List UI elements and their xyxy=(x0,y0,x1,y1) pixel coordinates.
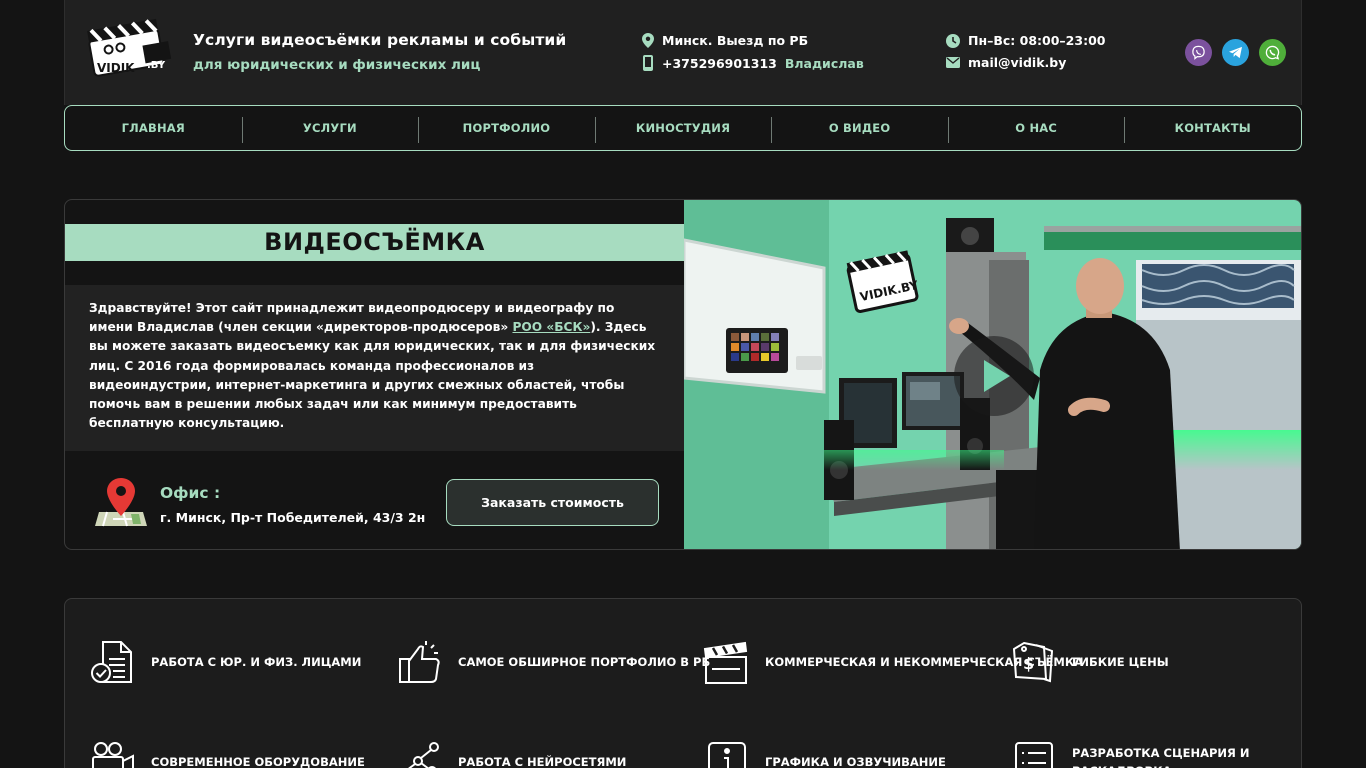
hours-info: Пн–Вс: 08:00–23:00 xyxy=(946,33,1105,48)
email-info[interactable]: mail@vidik.by xyxy=(946,55,1066,70)
feature-item: ГРАФИКА И ОЗВУЧИВАНИЕ xyxy=(703,739,946,768)
feature-item: САМОЕ ОБШИРНОЕ ПОРТФОЛИО В РБ xyxy=(396,639,710,685)
nav-item-about-us[interactable]: О НАС xyxy=(947,117,1125,143)
studio-photo[interactable]: VIDIK.BY xyxy=(684,200,1302,550)
svg-text:.BY: .BY xyxy=(147,60,166,71)
nav-item-portfolio[interactable]: ПОРТФОЛИО xyxy=(418,117,595,143)
tagline-sub: для юридических и физических лиц xyxy=(193,57,481,73)
whatsapp-icon[interactable] xyxy=(1259,39,1286,66)
main-navigation: ГЛАВНАЯ УСЛУГИ ПОРТФОЛИО КИНОСТУДИЯ О ВИ… xyxy=(64,105,1302,151)
nav-item-contacts[interactable]: КОНТАКТЫ xyxy=(1124,117,1301,143)
feature-label: ГРАФИКА И ОЗВУЧИВАНИЕ xyxy=(765,755,946,768)
neural-network-icon xyxy=(408,742,439,768)
contact-name: Владислав xyxy=(784,55,864,71)
map-pin-icon xyxy=(642,33,654,48)
nav-item-film-studio[interactable]: КИНОСТУДИЯ xyxy=(594,117,772,143)
messenger-links xyxy=(1185,39,1286,66)
phone-number[interactable]: +375296901313 xyxy=(662,56,777,71)
email-address[interactable]: mail@vidik.by xyxy=(968,55,1066,70)
site-header: VIDIK .BY Услуги видеосъёмки рекламы и с… xyxy=(64,0,1302,105)
nav-item-about-video[interactable]: О ВИДЕО xyxy=(771,117,948,143)
feature-label: САМОЕ ОБШИРНОЕ ПОРТФОЛИО В РБ xyxy=(458,655,711,669)
feature-item: РАБОТА С НЕЙРОСЕТЯМИ xyxy=(396,739,626,768)
feature-item: РАБОТА С ЮР. И ФИЗ. ЛИЦАМИ xyxy=(89,639,361,685)
feature-item: $ ГИБКИЕ ЦЕНЫ xyxy=(1010,639,1169,685)
office-address: г. Минск, Пр-т Победителей, 43/3 2н xyxy=(160,510,426,525)
phone-icon xyxy=(643,55,653,71)
hours-text: Пн–Вс: 08:00–23:00 xyxy=(968,33,1106,48)
hero-section: ВИДЕОСЪЁМКА Здравствуйте! Этот сайт прин… xyxy=(64,199,1302,550)
mail-icon xyxy=(946,57,960,68)
office-map-pin-icon xyxy=(95,478,147,527)
bsk-link[interactable]: РОО «БСК» xyxy=(512,320,590,334)
header-tagline: Услуги видеосъёмки рекламы и событий для… xyxy=(193,31,566,73)
tagline-main: Услуги видеосъёмки рекламы и событий xyxy=(193,31,567,49)
svg-text:VIDIK: VIDIK xyxy=(97,61,135,75)
info-icon xyxy=(708,742,746,768)
document-check-icon xyxy=(91,641,132,683)
feature-label: СОВРЕМЕННОЕ ОБОРУДОВАНИЕ xyxy=(151,755,365,768)
camera-crew-icon xyxy=(92,742,134,768)
feature-label: РАБОТА С ЮР. И ФИЗ. ЛИЦАМИ xyxy=(151,655,362,669)
hero-info: ВИДЕОСЪЁМКА Здравствуйте! Этот сайт прин… xyxy=(65,200,684,549)
script-list-icon xyxy=(1015,742,1053,768)
hero-title: ВИДЕОСЪЁМКА xyxy=(65,224,684,261)
phone-info[interactable]: +375296901313 Владислав xyxy=(642,55,864,71)
thumbs-up-icon xyxy=(399,641,440,683)
order-price-button[interactable]: Заказать стоимость xyxy=(446,479,659,526)
feature-label: ГИБКИЕ ЦЕНЫ xyxy=(1072,655,1169,669)
office-label: Офис : xyxy=(160,484,221,502)
clapperboard-icon xyxy=(703,641,748,684)
feature-label: РАБОТА С НЕЙРОСЕТЯМИ xyxy=(458,755,627,768)
nav-item-home[interactable]: ГЛАВНАЯ xyxy=(65,121,242,135)
telegram-icon[interactable] xyxy=(1222,39,1249,66)
price-tag-icon: $ xyxy=(1012,641,1054,683)
feature-item: РАЗРАБОТКА СЦЕНАРИЯ И РАСКАДРОВКА xyxy=(1010,739,1301,768)
feature-item: СОВРЕМЕННОЕ ОБОРУДОВАНИЕ xyxy=(89,739,365,768)
clock-icon xyxy=(946,33,960,48)
svg-text:$: $ xyxy=(1023,654,1034,673)
viber-icon[interactable] xyxy=(1185,39,1212,66)
intro-text-part2: ). Здесь вы можете заказать видеосъемку … xyxy=(89,320,656,431)
nav-item-services[interactable]: УСЛУГИ xyxy=(241,117,419,143)
vidik-logo[interactable]: VIDIK .BY xyxy=(85,18,173,82)
feature-label: РАЗРАБОТКА СЦЕНАРИЯ И РАСКАДРОВКА xyxy=(1072,746,1250,768)
location-info: Минск. Выезд по РБ xyxy=(642,33,808,48)
location-text: Минск. Выезд по РБ xyxy=(662,33,809,48)
hero-intro: Здравствуйте! Этот сайт принадлежит виде… xyxy=(65,285,684,451)
features-section: РАБОТА С ЮР. И ФИЗ. ЛИЦАМИ САМОЕ ОБШИРНО… xyxy=(64,598,1302,768)
